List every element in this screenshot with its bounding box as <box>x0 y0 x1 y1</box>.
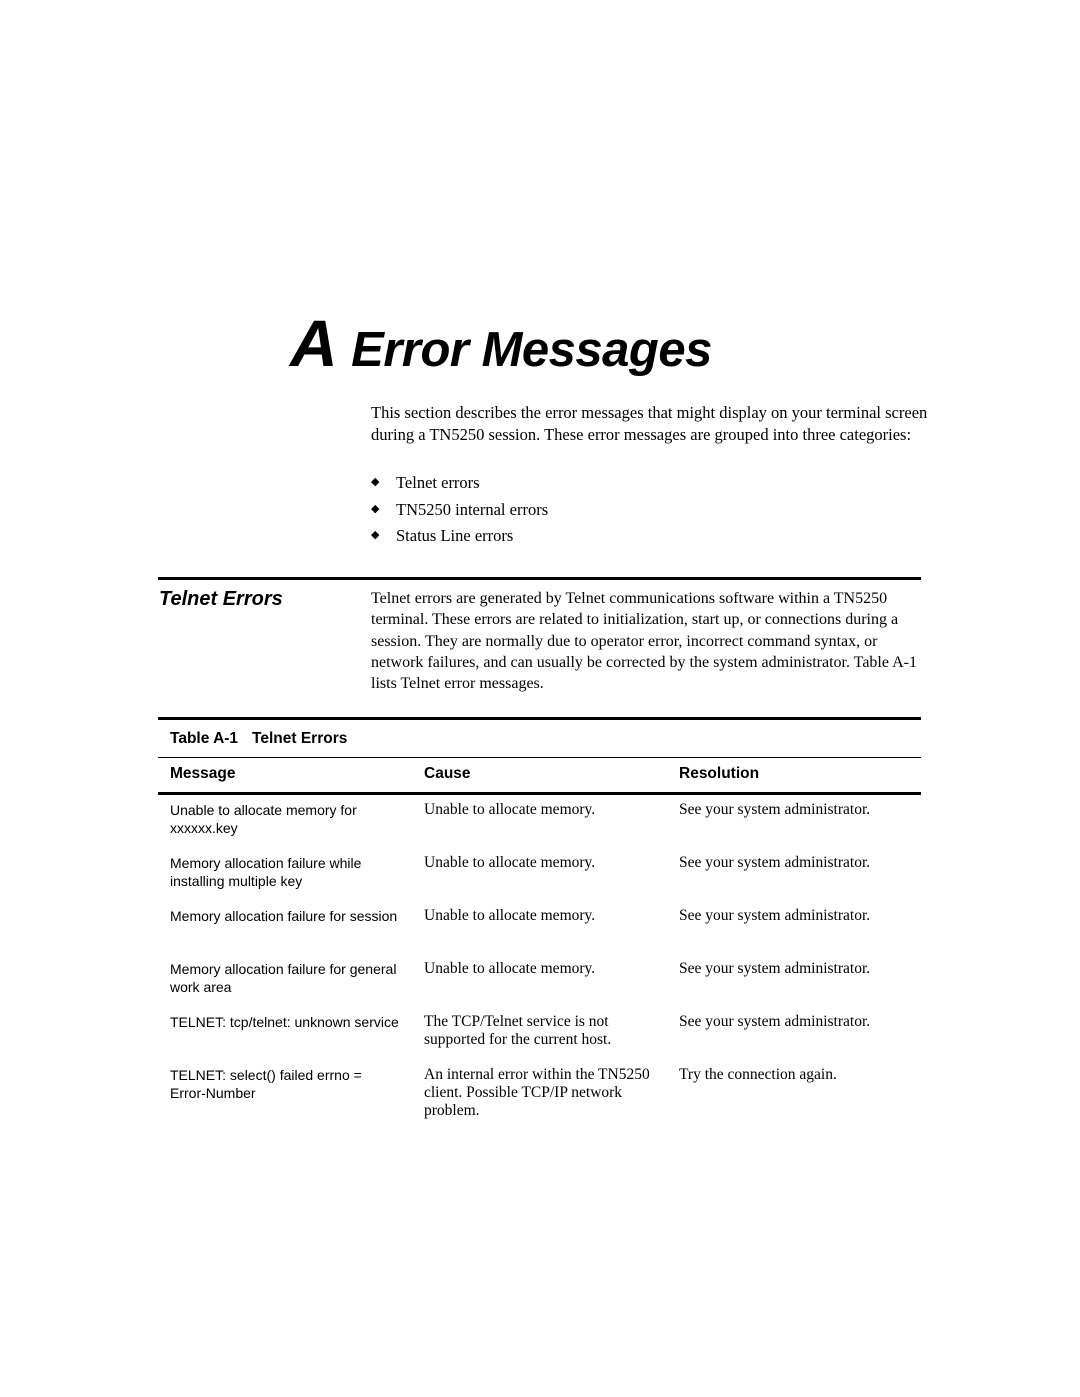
section-body: Telnet errors are generated by Telnet co… <box>371 590 917 693</box>
cell-message: TELNET: select() failed errno = Error-Nu… <box>170 1067 362 1101</box>
list-item-text: Telnet errors <box>396 473 480 492</box>
cell-cause: Unable to allocate memory. <box>424 854 596 871</box>
list-item: ◆ TN5250 internal errors <box>371 499 548 526</box>
cell-message: TELNET: tcp/telnet: unknown service <box>170 1014 399 1030</box>
section-heading: Telnet Errors <box>159 588 283 610</box>
column-header-message: Message <box>170 765 236 782</box>
cell-message: Memory allocation failure while installi… <box>170 855 362 889</box>
diamond-bullet-icon: ◆ <box>371 502 380 515</box>
column-header-resolution: Resolution <box>679 765 760 782</box>
chapter-letter: A <box>290 306 338 380</box>
cell-message: Unable to allocate memory for xxxxxx.key <box>170 802 357 836</box>
list-item: ◆ Telnet errors <box>371 472 548 499</box>
intro-paragraph: This section describes the error message… <box>371 403 928 444</box>
table-title: Telnet Errors <box>252 730 348 747</box>
diamond-bullet-icon: ◆ <box>371 476 380 488</box>
cell-resolution: See your system administrator. <box>679 854 871 871</box>
table-top-rule <box>158 717 921 720</box>
list-item-text: TN5250 internal errors <box>396 499 549 519</box>
cell-resolution: See your system administrator. <box>679 1013 871 1030</box>
table-number: Table A-1 <box>170 730 239 747</box>
chapter-title-text: Error Messages <box>351 323 712 377</box>
cell-resolution: See your system administrator. <box>679 801 871 818</box>
cell-cause: The TCP/Telnet service is not supported … <box>424 1013 612 1048</box>
cell-cause: Unable to allocate memory. <box>424 960 596 977</box>
chapter-title: A Error Messages <box>290 310 712 380</box>
section-divider <box>158 577 921 580</box>
diamond-bullet-icon: ◆ <box>371 529 380 541</box>
column-header-cause: Cause <box>424 765 471 782</box>
list-item: ◆ Status Line errors <box>371 525 548 552</box>
table-caption-rule <box>158 757 921 758</box>
cell-cause: An internal error within the TN5250 clie… <box>424 1066 650 1119</box>
cell-cause: Unable to allocate memory. <box>424 907 596 924</box>
cell-message: Memory allocation failure for general wo… <box>170 961 397 995</box>
table-caption: Table A-1 Telnet Errors <box>170 729 347 749</box>
cell-resolution: Try the connection again. <box>679 1066 837 1083</box>
table-header-rule <box>158 792 921 795</box>
cell-resolution: See your system administrator. <box>679 907 871 924</box>
category-list: ◆ Telnet errors ◆ TN5250 internal errors… <box>371 472 548 552</box>
cell-cause: Unable to allocate memory. <box>424 801 596 818</box>
list-item-text: Status Line errors <box>396 526 514 545</box>
cell-message: Memory allocation failure for session <box>170 908 398 924</box>
cell-resolution: See your system administrator. <box>679 960 871 977</box>
